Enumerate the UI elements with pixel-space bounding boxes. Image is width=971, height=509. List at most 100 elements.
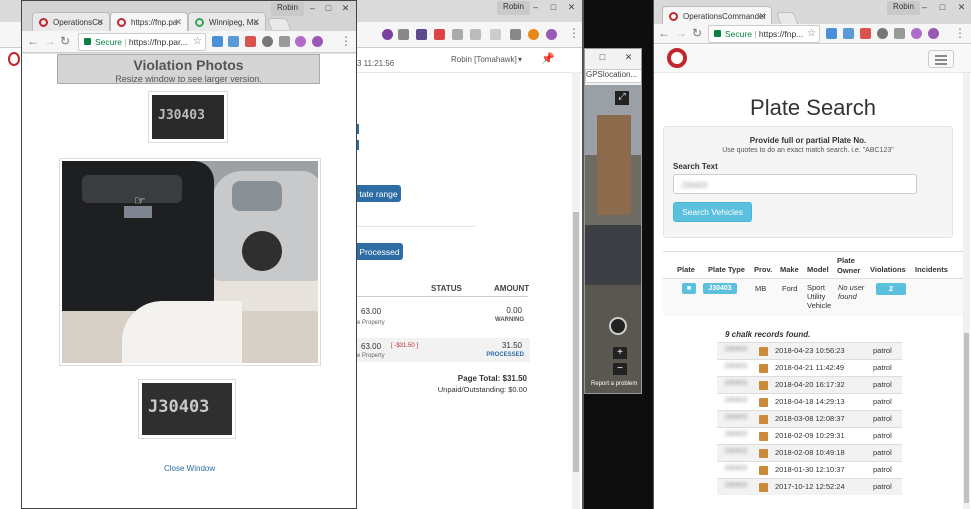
background-profile-chip[interactable]: Robin <box>497 1 530 15</box>
camera-icon[interactable] <box>759 381 768 390</box>
hamburger-menu-button[interactable] <box>928 50 954 68</box>
ext-icon[interactable] <box>382 29 393 40</box>
ext-icon[interactable] <box>398 29 409 40</box>
list-item[interactable]: J30403 2018-04-20 16:17:32 patrol <box>717 376 902 393</box>
ext-icon[interactable] <box>528 29 539 40</box>
fullscreen-icon[interactable]: ⤢ <box>615 91 629 105</box>
tab-fnp[interactable]: https://fnp.pa ✕ <box>110 12 188 32</box>
table-row[interactable]: 63.00 [ -$31.50 ] e Property 31.50 PROCE… <box>357 338 530 362</box>
ext-icon[interactable] <box>452 29 463 40</box>
menu-icon[interactable]: ⋮ <box>340 34 352 48</box>
right-profile-chip[interactable]: Robin <box>887 1 920 15</box>
camera-icon[interactable] <box>759 398 768 407</box>
background-maximize-button[interactable]: □ <box>546 2 561 14</box>
pin-icon[interactable]: 📌 <box>541 52 555 65</box>
ext-icon[interactable] <box>212 36 223 47</box>
close-tab-icon[interactable]: ✕ <box>174 17 182 28</box>
back-icon[interactable]: ← <box>658 26 670 40</box>
list-item[interactable]: J30403 2018-01-30 12:10:37 patrol <box>717 461 902 478</box>
camera-icon[interactable] <box>759 483 768 492</box>
forward-icon[interactable]: → <box>675 26 687 40</box>
right-minimize-button[interactable]: – <box>917 2 932 14</box>
bookmark-star-icon[interactable]: ☆ <box>193 36 202 47</box>
ext-icon[interactable] <box>894 28 905 39</box>
forward-icon[interactable]: → <box>44 34 56 48</box>
list-item[interactable]: J30403 2018-04-21 11:42:49 patrol <box>717 359 902 376</box>
car-icon[interactable]: ■ <box>682 283 696 294</box>
ext-icon[interactable] <box>826 28 837 39</box>
list-item[interactable]: J30403 2018-02-09 10:29:31 patrol <box>717 427 902 444</box>
left-maximize-button[interactable]: □ <box>321 3 336 15</box>
close-window-link[interactable]: Close Window <box>164 464 215 473</box>
camera-icon[interactable] <box>759 364 768 373</box>
ext-icon[interactable] <box>312 36 323 47</box>
processed-button[interactable]: Processed <box>356 243 403 260</box>
table-row[interactable]: 63.00 e Property 0.00 WARNING <box>357 300 530 332</box>
header-user[interactable]: Robin [Tomahawk] <box>451 55 517 64</box>
background-minimize-button[interactable]: – <box>528 2 543 14</box>
left-profile-chip[interactable]: Robin <box>271 2 304 16</box>
ext-icon[interactable] <box>928 28 939 39</box>
violations-badge[interactable]: 2 <box>876 283 906 295</box>
ext-icon[interactable] <box>843 28 854 39</box>
map-maximize-button[interactable]: □ <box>595 52 610 64</box>
camera-icon[interactable] <box>759 466 768 475</box>
scrollbar[interactable] <box>572 72 580 509</box>
ext-icon[interactable] <box>416 29 427 40</box>
address-bar[interactable]: Secure | https://fnp.par... ☆ <box>78 33 206 51</box>
search-vehicles-button[interactable]: Search Vehicles <box>673 202 752 222</box>
tab-operationscommander[interactable]: OperationsCommander ✕ <box>662 6 772 24</box>
scrollbar[interactable] <box>963 73 970 509</box>
map-close-button[interactable]: ✕ <box>621 52 636 64</box>
camera-icon[interactable] <box>759 347 768 356</box>
camera-icon[interactable] <box>759 415 768 424</box>
close-tab-icon[interactable]: ✕ <box>758 11 766 22</box>
street-view[interactable]: ⤢ + − Report a problem <box>585 85 641 393</box>
reload-icon[interactable]: ↻ <box>60 34 70 48</box>
list-item[interactable]: J30403 2018-03-08 12:08:37 patrol <box>717 410 902 427</box>
search-input[interactable]: J30403 <box>673 174 917 194</box>
ext-icon[interactable] <box>490 29 501 40</box>
background-close-button[interactable]: ✕ <box>564 2 579 14</box>
list-item[interactable]: J30403 2017-10-12 12:52:24 patrol <box>717 478 902 495</box>
ext-icon[interactable] <box>228 36 239 47</box>
tab-operationscommander[interactable]: OperationsCo ✕ <box>32 12 110 32</box>
vehicle-photo[interactable]: ☞ <box>59 158 321 366</box>
ext-icon[interactable] <box>877 28 888 39</box>
zoom-in-button[interactable]: + <box>613 347 627 359</box>
menu-icon[interactable]: ⋮ <box>954 26 966 40</box>
ext-icon[interactable] <box>546 29 557 40</box>
bookmark-star-icon[interactable]: ☆ <box>807 28 816 39</box>
close-tab-icon[interactable]: ✕ <box>252 17 260 28</box>
list-item[interactable]: J30403 2018-02-08 10:49:18 patrol <box>717 444 902 461</box>
right-maximize-button[interactable]: □ <box>935 2 950 14</box>
address-bar[interactable]: Secure | https://fnp... ☆ <box>708 25 820 43</box>
date-range-button[interactable]: tate range <box>356 185 401 202</box>
back-icon[interactable]: ← <box>27 34 39 48</box>
left-minimize-button[interactable]: – <box>305 3 320 15</box>
list-item[interactable]: J30403 2018-04-18 14:29:13 patrol <box>717 393 902 410</box>
camera-icon[interactable] <box>759 449 768 458</box>
compass-icon[interactable] <box>609 317 627 335</box>
close-tab-icon[interactable]: ✕ <box>96 17 104 28</box>
new-tab-button[interactable] <box>266 18 292 30</box>
plate-thumbnail[interactable]: J30403 <box>148 91 228 143</box>
camera-icon[interactable] <box>759 432 768 441</box>
ext-icon[interactable] <box>510 29 521 40</box>
plate-crop-photo[interactable]: J30403 <box>138 379 236 439</box>
tab-winnipeg[interactable]: Winnipeg, Ma ✕ <box>188 12 266 32</box>
right-close-button[interactable]: ✕ <box>954 2 969 14</box>
zoom-out-button[interactable]: − <box>613 363 627 375</box>
report-problem-link[interactable]: Report a problem <box>591 381 637 387</box>
opcom-logo-icon[interactable] <box>667 48 687 68</box>
ext-icon[interactable] <box>860 28 871 39</box>
ext-icon[interactable] <box>245 36 256 47</box>
reload-icon[interactable]: ↻ <box>692 26 702 40</box>
table-row[interactable]: ■ J30403 MB Ford Sport Utility Vehicle N… <box>663 279 965 316</box>
ext-icon[interactable] <box>279 36 290 47</box>
ext-icon[interactable] <box>911 28 922 39</box>
map-address-bar[interactable]: GPSlocation... <box>585 69 641 83</box>
plate-type-badge[interactable]: J30403 <box>703 283 737 294</box>
ext-icon[interactable] <box>470 29 481 40</box>
ext-icon[interactable] <box>295 36 306 47</box>
